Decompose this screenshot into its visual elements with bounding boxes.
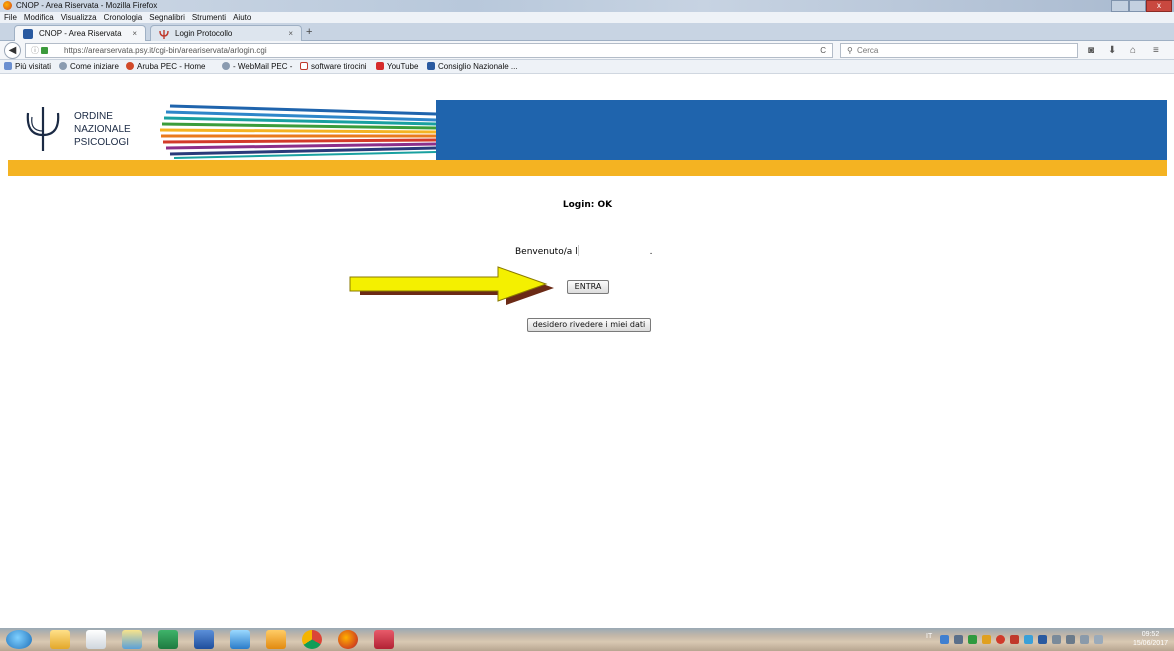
globe-icon — [59, 62, 67, 70]
logo-stripes — [159, 104, 436, 159]
sync-icon[interactable] — [1024, 635, 1033, 644]
update-icon[interactable] — [982, 635, 991, 644]
bookmark-webmail-pec[interactable]: - WebMail PEC - — [222, 60, 292, 74]
flag-icon[interactable] — [1094, 635, 1103, 644]
login-status: Login: OK — [562, 200, 613, 210]
search-box[interactable]: ⚲ — [840, 43, 1078, 58]
dropbox-icon[interactable] — [954, 635, 963, 644]
alert-icon[interactable] — [1010, 635, 1019, 644]
snipping-tool-icon[interactable] — [86, 630, 106, 649]
speaker-icon[interactable] — [1080, 635, 1089, 644]
firefox-icon — [3, 1, 12, 10]
youtube-icon — [376, 62, 384, 70]
bookmark-come-iniziare[interactable]: Come iniziare — [59, 60, 119, 74]
word-icon[interactable] — [194, 630, 214, 649]
address-bar[interactable]: ⓘ https://arearservata.psy.it/cgi-bin/ar… — [25, 43, 833, 58]
network-icon[interactable] — [940, 635, 949, 644]
header-accent-bar — [8, 160, 1167, 176]
search-input[interactable] — [857, 45, 1067, 56]
url-text: https://arearservata.psy.it/cgi-bin/area… — [64, 46, 267, 55]
page-content: ORDINE NAZIONALE PSICOLOGI Login: OK Ben… — [8, 100, 1167, 628]
psi-logo-icon — [26, 107, 60, 151]
powerpoint-icon[interactable] — [266, 630, 286, 649]
tab-label: Login Protocollo — [175, 29, 233, 38]
volume-icon[interactable] — [1052, 635, 1061, 644]
menu-cronologia[interactable]: Cronologia — [104, 12, 143, 23]
chrome-icon[interactable] — [302, 630, 322, 649]
pocket-icon[interactable]: ◙ — [1088, 43, 1094, 58]
yellow-arrow-icon — [349, 266, 554, 305]
info-icon[interactable]: ⓘ — [31, 44, 39, 57]
window-titlebar: CNOP - Area Riservata - Mozilla Firefox … — [0, 0, 1174, 12]
maximize-button[interactable] — [1129, 0, 1146, 12]
start-button[interactable] — [6, 630, 32, 649]
window-title: CNOP - Area Riservata - Mozilla Firefox — [16, 1, 158, 10]
bookmark-software-tirocini[interactable]: software tirocini — [300, 60, 367, 74]
navigation-bar: ◀ ⓘ https://arearservata.psy.it/cgi-bin/… — [0, 41, 1174, 60]
antivirus-icon[interactable] — [996, 635, 1005, 644]
close-tab-icon[interactable]: × — [288, 26, 293, 41]
redacted-name — [577, 245, 650, 256]
logo-area: ORDINE NAZIONALE PSICOLOGI — [8, 100, 436, 160]
home-icon[interactable]: ⌂ — [1130, 43, 1136, 58]
access-icon[interactable] — [374, 630, 394, 649]
psi-favicon-icon — [159, 29, 169, 39]
bookmark-aruba-pec[interactable]: Aruba PEC - Home — [126, 60, 205, 74]
notes-icon[interactable] — [122, 630, 142, 649]
site-header: ORDINE NAZIONALE PSICOLOGI — [8, 100, 1167, 160]
globe-icon — [222, 62, 230, 70]
menu-aiuto[interactable]: Aiuto — [233, 12, 251, 23]
menu-segnalibri[interactable]: Segnalibri — [149, 12, 185, 23]
menu-bar: File Modifica Visualizza Cronologia Segn… — [0, 12, 1174, 23]
menu-icon[interactable]: ≡ — [1153, 43, 1159, 58]
lock-icon — [41, 47, 48, 54]
explorer-icon[interactable] — [50, 630, 70, 649]
system-tray: IT 09:52 15/06/2017 — [924, 628, 1174, 651]
menu-file[interactable]: File — [4, 12, 17, 23]
tab-label: CNOP - Area Riservata — [39, 29, 122, 38]
new-tab-button[interactable]: + — [306, 25, 312, 40]
cnop-favicon-icon — [23, 29, 33, 39]
bookmark-piu-visitati[interactable]: Più visitati — [4, 60, 51, 74]
outlook-icon[interactable] — [230, 630, 250, 649]
search-icon: ⚲ — [847, 46, 853, 55]
reload-icon[interactable]: C — [820, 44, 826, 57]
excel-icon[interactable] — [158, 630, 178, 649]
tab-cnop[interactable]: CNOP - Area Riservata × — [14, 25, 146, 41]
back-button[interactable]: ◀ — [4, 42, 21, 59]
psi-icon — [300, 62, 308, 70]
language-indicator[interactable]: IT — [926, 633, 932, 640]
security-icon[interactable] — [968, 635, 977, 644]
aruba-icon — [126, 62, 134, 70]
entra-button[interactable]: ENTRA — [567, 280, 609, 294]
tab-login-protocollo[interactable]: Login Protocollo × — [150, 25, 302, 41]
bookmark-youtube[interactable]: YouTube — [376, 60, 418, 74]
review-data-button[interactable]: desidero rivedere i miei dati — [527, 318, 651, 332]
minimize-button[interactable] — [1111, 0, 1129, 12]
close-window-button[interactable]: x — [1146, 0, 1172, 12]
menu-strumenti[interactable]: Strumenti — [192, 12, 226, 23]
welcome-message: Benvenuto/a l. — [515, 245, 653, 257]
bookmarks-bar: Più visitati Come iniziare Aruba PEC - H… — [0, 60, 1174, 74]
clock[interactable]: 09:52 15/06/2017 — [1133, 630, 1168, 648]
back-arrow-icon: ◀ — [8, 45, 17, 56]
download-icon[interactable]: ⬇ — [1108, 43, 1116, 58]
logo-text: ORDINE NAZIONALE PSICOLOGI — [74, 111, 131, 148]
bookmark-consiglio-nazionale[interactable]: Consiglio Nazionale ... — [427, 60, 518, 74]
cnop-icon — [427, 62, 435, 70]
close-tab-icon[interactable]: × — [132, 26, 137, 41]
menu-visualizza[interactable]: Visualizza — [61, 12, 97, 23]
display-icon[interactable] — [1066, 635, 1075, 644]
menu-modifica[interactable]: Modifica — [24, 12, 54, 23]
app-tray-icon[interactable] — [1038, 635, 1047, 644]
folder-icon — [4, 62, 12, 70]
taskbar: IT 09:52 15/06/2017 — [0, 628, 1174, 651]
tab-strip: CNOP - Area Riservata × Login Protocollo… — [0, 23, 1174, 41]
firefox-taskbar-icon[interactable] — [338, 630, 358, 649]
